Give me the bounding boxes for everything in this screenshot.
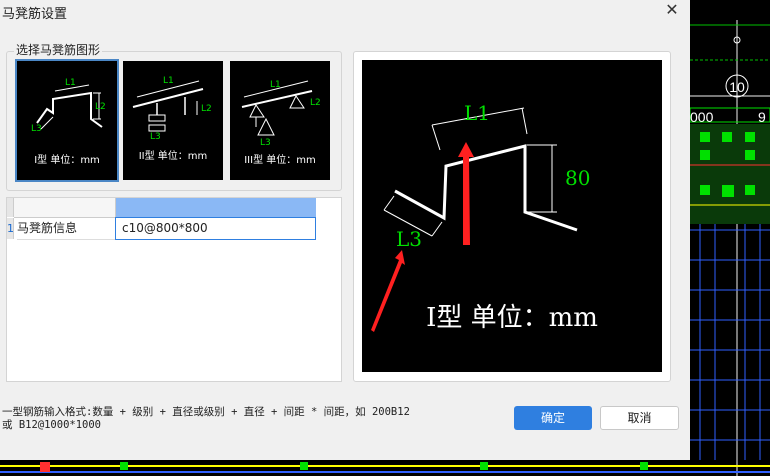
arrow-pointer-icon xyxy=(458,142,474,245)
preview-dimension-label: 80 xyxy=(565,166,590,190)
preview-caption: I型 单位：mm xyxy=(426,303,598,333)
cancel-button[interactable]: 取消 xyxy=(600,406,679,430)
axis-label: 10 xyxy=(729,79,745,95)
shape-option-type-3[interactable]: L1 L2 L3 III型 单位：mm xyxy=(230,61,330,180)
type-1-l3-label: L3 xyxy=(31,124,42,134)
grid-row-value-cell[interactable]: c10@800*800 xyxy=(115,217,316,240)
type-2-l1-label: L1 xyxy=(163,76,174,86)
type-3-shape-icon: L1 L2 L3 III型 单位：mm xyxy=(241,80,321,166)
type-3-l3-label: L3 xyxy=(260,138,271,148)
ok-button[interactable]: 确定 xyxy=(514,406,592,430)
stool-bar-preview-icon: L1 80 L3 I型 单位：mm xyxy=(371,101,598,333)
dimension-left: 000 xyxy=(690,109,714,125)
dialog-title: 马凳筋设置 xyxy=(2,7,68,22)
input-format-hint: 一型钢筋输入格式:数量 + 级别 + 直径或级别 + 直径 + 间距 * 间距，… xyxy=(2,406,482,432)
grid-row-value: c10@800*800 xyxy=(122,221,208,235)
type-1-shape-icon: L1 L2 L3 I型 单位：mm xyxy=(31,78,106,166)
grid-row-name: 马凳筋信息 xyxy=(17,218,116,240)
stool-bar-settings-dialog: 马凳筋设置 ✕ 选择马凳筋图形 L1 L2 L3 I型 单位：mm L1 L2 … xyxy=(0,0,690,460)
hint-line-2: 或 B12@1000*1000 xyxy=(2,419,102,431)
arrow-pointer-icon xyxy=(371,250,405,332)
grid-row-index: 1 xyxy=(7,218,14,239)
type-3-caption: III型 单位：mm xyxy=(244,153,316,166)
shape-preview: L1 80 L3 I型 单位：mm xyxy=(362,60,662,372)
close-icon[interactable]: ✕ xyxy=(662,0,682,20)
dimension-right: 9 xyxy=(758,109,766,125)
preview-l3-label: L3 xyxy=(396,227,422,251)
preview-l1-label: L1 xyxy=(464,101,490,125)
property-grid: 1 马凳筋信息 c10@800*800 xyxy=(6,197,342,382)
type-2-l3-label: L3 xyxy=(150,132,161,142)
grid-header-name xyxy=(14,198,116,218)
type-2-l2-label: L2 xyxy=(201,104,212,114)
type-2-shape-icon: L1 L2 L3 II型 单位：mm xyxy=(132,76,212,162)
shape-option-type-2[interactable]: L1 L2 L3 II型 单位：mm xyxy=(123,61,223,180)
type-3-l2-label: L2 xyxy=(310,98,321,108)
shape-option-type-1[interactable]: L1 L2 L3 I型 单位：mm xyxy=(15,59,119,182)
hint-line-1: 一型钢筋输入格式:数量 + 级别 + 直径或级别 + 直径 + 间距 * 间距，… xyxy=(2,406,410,418)
grid-corner xyxy=(7,198,14,217)
type-1-l2-label: L2 xyxy=(95,102,106,112)
shape-group-label: 选择马凳筋图形 xyxy=(14,41,103,58)
type-3-l1-label: L1 xyxy=(270,80,281,90)
type-2-caption: II型 单位：mm xyxy=(139,149,208,162)
grid-header-value xyxy=(116,198,316,218)
type-1-l1-label: L1 xyxy=(65,78,76,88)
type-1-caption: I型 单位：mm xyxy=(34,153,100,166)
